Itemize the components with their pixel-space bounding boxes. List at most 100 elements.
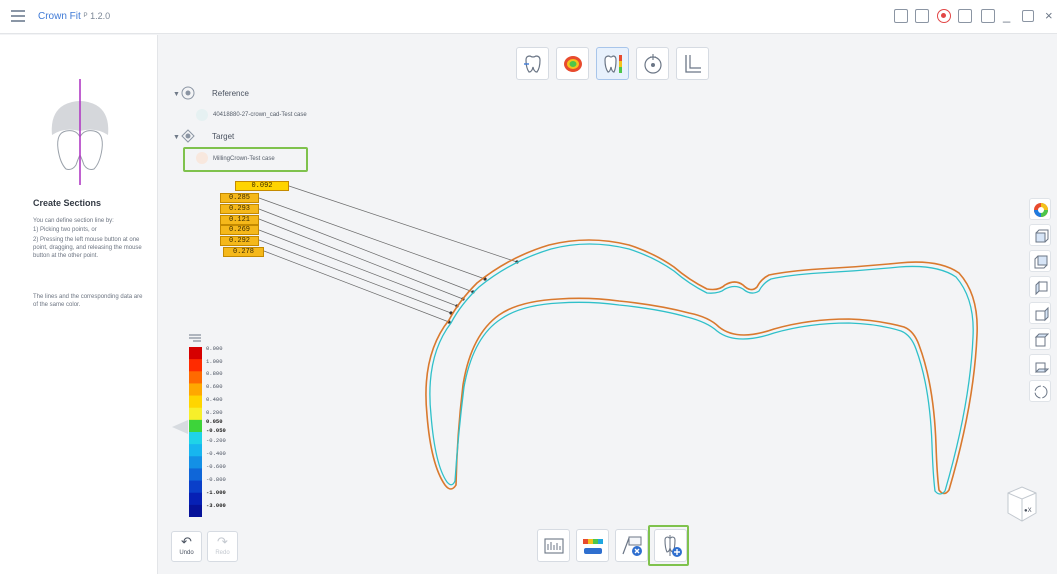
- help-line-1: You can define section line by:: [33, 218, 114, 224]
- section-leader-line-7: [263, 250, 450, 323]
- color-wheel-button[interactable]: [1029, 198, 1051, 220]
- legend-label: 1.000: [206, 358, 223, 365]
- legend-color-step: [189, 419, 202, 433]
- target-section-curve: [425, 239, 978, 495]
- reset-view-button[interactable]: [1029, 380, 1051, 402]
- section-value-tag[interactable]: 0.092: [235, 181, 289, 191]
- legend-color-step: [189, 371, 202, 384]
- legend-color-step: [189, 492, 202, 506]
- section-value-tag[interactable]: 0.293: [220, 204, 259, 214]
- close-button[interactable]: ×: [1045, 9, 1057, 23]
- view-bottom-button[interactable]: [1029, 354, 1051, 376]
- legend-label: -3.000: [206, 502, 226, 509]
- legend-label: 0.200: [206, 409, 223, 416]
- section-leader-line-1: [288, 185, 518, 263]
- reset-view-icon: [1034, 385, 1048, 399]
- report-icon: [544, 538, 564, 554]
- legend-label: -0.200: [206, 437, 226, 444]
- color-range-icon: [583, 539, 603, 554]
- section-leader-line-2: [258, 197, 486, 280]
- menu-icon[interactable]: [11, 10, 25, 22]
- legend-tolerance-marker[interactable]: [172, 420, 190, 434]
- section-leader-line-4: [258, 218, 464, 300]
- legend-color-step: [189, 504, 202, 517]
- legend-label: -0.600: [206, 463, 226, 470]
- undo-button[interactable]: ↶ Undo: [171, 531, 202, 562]
- legend-label: -0.800: [206, 476, 226, 483]
- legend-label: 0.400: [206, 396, 223, 403]
- help-title: Create Sections: [33, 198, 102, 208]
- clear-sections-button[interactable]: [615, 529, 648, 562]
- legend-color-step: [189, 480, 202, 494]
- maximize-button[interactable]: [1022, 10, 1034, 22]
- record-icon[interactable]: [937, 9, 951, 23]
- section-value-tag[interactable]: 0.121: [220, 215, 259, 225]
- screenshot-icon[interactable]: [894, 9, 908, 23]
- legend-color-step: [189, 383, 202, 397]
- section-value-tag[interactable]: 0.285: [220, 193, 259, 203]
- view-left-button[interactable]: [1029, 276, 1051, 298]
- section-value-tag[interactable]: 0.278: [223, 247, 264, 257]
- legend-label: 0.000: [206, 345, 223, 352]
- undo-label: Undo: [179, 550, 194, 556]
- legend-color-step: [189, 456, 202, 469]
- right-toolbar: [1029, 198, 1053, 406]
- help-line-3: 2) Pressing the left mouse button at one…: [33, 237, 142, 259]
- legend-label: -0.050: [206, 427, 226, 434]
- legend-color-step: [189, 432, 202, 445]
- minimize-button[interactable]: _: [1003, 9, 1015, 23]
- legend-label: 0.600: [206, 383, 223, 390]
- legend-color-step: [189, 468, 202, 482]
- camera-icon[interactable]: [958, 9, 972, 23]
- legend-color-bar: [189, 347, 202, 517]
- legend-color-step: [189, 347, 202, 360]
- legend-label: 0.050: [206, 418, 223, 425]
- section-leader-line-5: [258, 229, 458, 307]
- undo-icon: ↶: [181, 534, 192, 549]
- view-left-icon: [1035, 280, 1048, 296]
- legend-label: 0.800: [206, 370, 223, 377]
- app-version: ᴾ 1.2.0: [83, 11, 111, 21]
- add-section-highlight: [648, 525, 689, 566]
- clear-sections-icon: [622, 536, 642, 556]
- section-leader-line-3: [258, 208, 474, 293]
- section-value-tag[interactable]: 0.269: [220, 225, 259, 235]
- orientation-cube-icon[interactable]: ●X: [1004, 483, 1040, 525]
- title-bar: Crown Fit ᴾ 1.2.0 _ ×: [0, 0, 1057, 34]
- view-front-button[interactable]: [1029, 224, 1051, 246]
- legend-color-step: [189, 444, 202, 457]
- help-line-4: The lines and the corresponding data are…: [33, 294, 143, 308]
- legend-color-step: [189, 395, 202, 409]
- view-top-button[interactable]: [1029, 328, 1051, 350]
- color-wheel-icon: [1034, 203, 1048, 217]
- view-right-icon: [1035, 306, 1049, 322]
- legend-label: -1.000: [206, 489, 226, 496]
- deviation-color-legend: 0.000 1.000 0.800 0.600 0.400 0.200 0.05…: [172, 332, 244, 532]
- view-front-icon: [1035, 229, 1049, 243]
- help-line-2: 1) Picking two points, or: [33, 227, 97, 233]
- section-value-tag[interactable]: 0.292: [220, 236, 259, 246]
- color-range-button[interactable]: [576, 529, 609, 562]
- legend-color-step: [189, 407, 202, 421]
- svg-text:●X: ●X: [1024, 508, 1032, 514]
- app-title: Crown Fit ᴾ 1.2.0: [38, 11, 110, 22]
- 3d-viewport[interactable]: ▼ Reference 40418880-27-crown_cad-Test c…: [159, 35, 1057, 574]
- restore-icon[interactable]: [981, 9, 995, 23]
- capture-region-icon[interactable]: [915, 9, 929, 23]
- reference-section-curve: [429, 243, 974, 495]
- app-window: Crown Fit ᴾ 1.2.0 _ × Create Sections You…: [0, 0, 1057, 574]
- section-profile-view: [258, 185, 978, 495]
- report-button[interactable]: [537, 529, 570, 562]
- app-name: Crown Fit: [38, 11, 81, 22]
- redo-button[interactable]: ↷ Redo: [207, 531, 238, 562]
- view-back-icon: [1034, 255, 1048, 269]
- view-right-button[interactable]: [1029, 302, 1051, 324]
- legend-settings-icon[interactable]: [187, 332, 203, 344]
- redo-icon: ↷: [217, 534, 228, 549]
- view-back-button[interactable]: [1029, 250, 1051, 272]
- left-panel: Create Sections You can define section l…: [0, 35, 158, 574]
- section-leader-line-6: [258, 239, 452, 314]
- legend-color-step: [189, 359, 202, 372]
- section-tooth-illustration: [51, 79, 109, 185]
- redo-label: Redo: [215, 550, 230, 556]
